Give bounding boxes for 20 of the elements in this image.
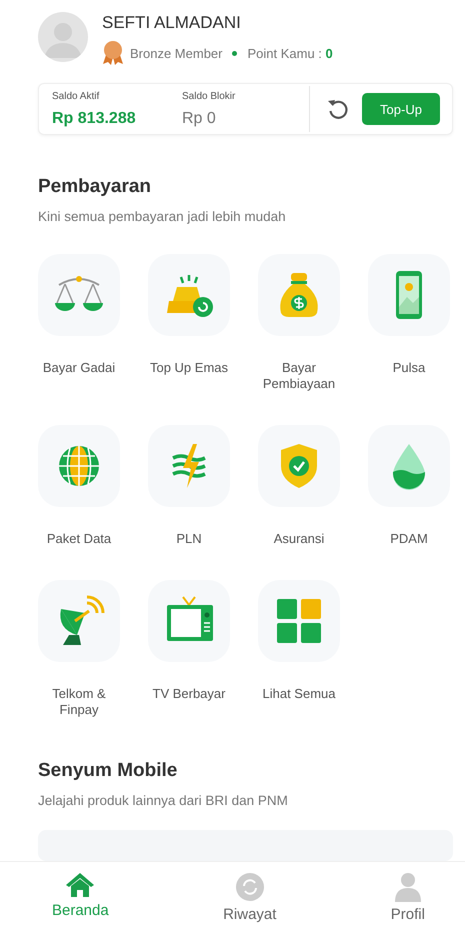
person-icon: [394, 872, 422, 902]
separator-dot: [232, 50, 238, 56]
active-balance-label: Saldo Aktif: [52, 90, 100, 102]
section-title: Senyum Mobile: [38, 760, 178, 782]
member-level: Bronze Member: [130, 46, 222, 60]
blocked-balance-label: Saldo Blokir: [182, 90, 236, 102]
home-icon: [65, 872, 96, 898]
user-name: SEFTI ALMADANI: [102, 13, 242, 33]
section-subtitle: Jelajahi produk lainnya dari BRI dan PNM: [38, 792, 289, 808]
nav-tab[interactable]: Profil: [390, 862, 425, 934]
nav-tab[interactable]: Riwayat: [223, 862, 276, 934]
section-subtitle: Kini semua pembayaran jadi lebih mudah: [38, 208, 287, 224]
refresh-icon: [234, 872, 265, 902]
active-balance: Rp 813.288: [52, 110, 137, 128]
refresh-icon[interactable]: [326, 97, 350, 122]
points-text: Point Kamu : 0: [247, 46, 333, 60]
avatar: [38, 12, 88, 62]
section-title: Pembayaran: [38, 176, 152, 198]
medal-icon: [102, 41, 124, 65]
blocked-balance: Rp 0: [182, 110, 217, 128]
